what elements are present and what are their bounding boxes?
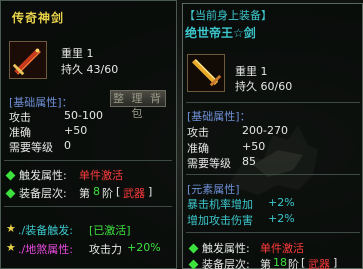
element-attr-label-1: 增加攻击伤害: [187, 214, 253, 227]
right-stats-header: [基础属性]：: [187, 110, 251, 123]
right-divider: [186, 102, 360, 103]
left-attr-value-2: 0: [64, 139, 71, 152]
worn-equipment-header: 【当前身上装备】: [184, 9, 272, 22]
right-attr-value-1: +50: [242, 140, 266, 153]
right-trigger-value: 单件激活: [260, 242, 304, 255]
left-layer-label: 装备层次:: [19, 187, 67, 200]
right-layer-prefix: 第: [260, 258, 271, 269]
left-trigger-value: 单件激活: [79, 169, 123, 182]
left-attr-value-0: 50-100: [64, 109, 103, 122]
element-attr-value-0: +2%: [268, 196, 295, 209]
left-layer-tag: 武器: [123, 187, 145, 200]
left-attr-label-0: 攻击: [9, 111, 31, 124]
left-trigger-label: 触发属性:: [19, 169, 67, 182]
left-durability: 持久 43/60: [61, 63, 119, 76]
right-attr-label-1: 准确: [187, 142, 209, 155]
left-divider-2: [4, 206, 172, 207]
right-grade: 重里 1: [235, 65, 268, 78]
left-layer-tag-open: [: [116, 185, 121, 198]
left-grade: 重里 1: [61, 47, 94, 60]
right-attr-label-0: 攻击: [187, 126, 209, 139]
right-divider-3: [186, 232, 360, 233]
star-icon: ★: [6, 222, 16, 235]
left-attr-label-1: 准确: [9, 126, 31, 139]
organize-bag-button[interactable]: 整 理 背 包: [110, 90, 166, 120]
left-attr-value-1: +50: [64, 124, 88, 137]
set-trigger-value: [已激活]: [89, 224, 131, 237]
left-item-slot[interactable]: [9, 41, 47, 79]
star-icon: ★: [6, 241, 16, 254]
earth-attr-attack: 攻击力: [89, 243, 122, 256]
right-trigger-label: 触发属性:: [202, 242, 250, 255]
set-trigger-label: ./装备触发:: [18, 224, 73, 237]
left-layer-tag-close: ]: [148, 185, 153, 198]
sword-item-icon: [10, 42, 46, 78]
right-item-title: 绝世帝王☆剑: [185, 26, 256, 40]
left-layer-prefix: 第: [79, 187, 90, 200]
element-header: [元素属性]: [187, 183, 240, 196]
right-attr-value-2: 85: [242, 155, 256, 168]
left-layer-suffix: 阶: [102, 187, 113, 200]
right-layer-tag-close: ]: [333, 256, 338, 269]
element-attr-label-0: 暴击机率增加: [187, 198, 253, 211]
right-item-slot[interactable]: [187, 54, 225, 92]
left-stats-header: [基础属性]：: [9, 96, 73, 109]
right-divider-2: [186, 174, 360, 175]
left-attr-label-2: 需要等级: [9, 141, 53, 154]
right-layer-suffix: 阶: [288, 258, 299, 269]
golden-sword-item-icon: [188, 55, 224, 91]
right-layer-tag-open: [: [301, 256, 306, 269]
right-durability: 持久 60/60: [235, 80, 293, 93]
earth-attr-value: +20%: [127, 241, 161, 254]
right-layer-tag: 武器: [308, 258, 330, 269]
right-layer-label: 装备层次:: [202, 258, 250, 269]
left-layer-num: 8: [93, 185, 100, 198]
right-attr-label-2: 需要等级: [187, 157, 231, 170]
left-item-title: 传奇神剑: [12, 11, 65, 25]
right-layer-num: 18: [273, 256, 287, 269]
left-divider: [4, 160, 172, 161]
earth-attr-label: ./地煞属性:: [18, 243, 73, 256]
element-attr-value-1: +2%: [268, 212, 295, 225]
right-attr-value-0: 200-270: [242, 124, 288, 137]
